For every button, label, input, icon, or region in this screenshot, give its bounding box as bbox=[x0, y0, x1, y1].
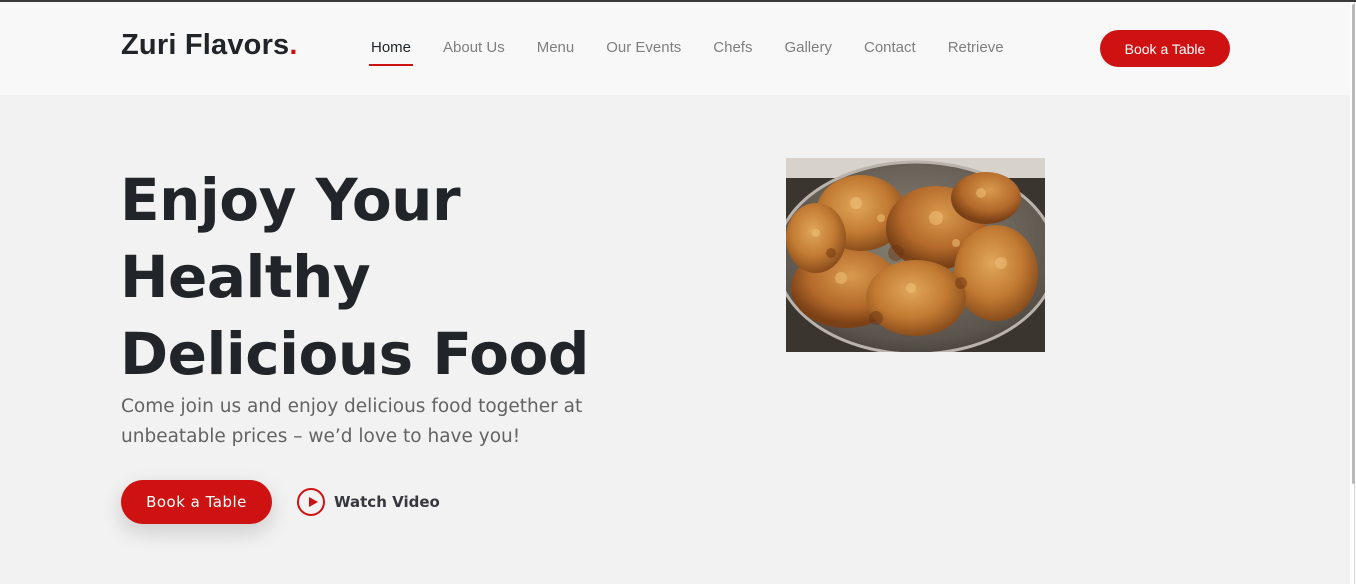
hero-subtitle: Come join us and enjoy delicious food to… bbox=[121, 396, 583, 447]
fried-chicken-illustration bbox=[786, 158, 1045, 352]
nav-item-chefs[interactable]: Chefs bbox=[697, 38, 768, 66]
site-header: Zuri Flavors. Home About Us Menu Our Eve… bbox=[0, 2, 1350, 95]
nav-item-contact[interactable]: Contact bbox=[848, 38, 932, 66]
watch-video-link[interactable]: Watch Video bbox=[297, 486, 440, 518]
fried-chicken-image bbox=[786, 158, 1045, 352]
header-book-table-button[interactable]: Book a Table bbox=[1100, 30, 1230, 67]
nav-item-gallery[interactable]: Gallery bbox=[768, 38, 848, 66]
hero-book-table-button[interactable]: Book a Table bbox=[121, 480, 272, 524]
play-circle-icon bbox=[297, 488, 325, 516]
hero-title: Enjoy Your Healthy Delicious Food bbox=[120, 162, 640, 393]
nav-item-our-events[interactable]: Our Events bbox=[590, 38, 697, 66]
brand-dot: . bbox=[289, 29, 298, 61]
nav-item-home[interactable]: Home bbox=[355, 38, 427, 66]
nav-item-about-us[interactable]: About Us bbox=[427, 38, 521, 66]
hero-title-line-2: Healthy bbox=[120, 243, 371, 311]
brand-name: Zuri Flavors bbox=[121, 29, 290, 61]
brand-logo[interactable]: Zuri Flavors. bbox=[121, 29, 298, 62]
scrollbar-thumb[interactable] bbox=[1352, 4, 1355, 484]
nav-item-retrieve[interactable]: Retrieve bbox=[932, 38, 1020, 66]
nav-item-menu[interactable]: Menu bbox=[521, 38, 591, 66]
hero-title-line-3: Delicious Food bbox=[120, 320, 589, 388]
watch-video-label: Watch Video bbox=[334, 493, 440, 511]
hero-title-line-1: Enjoy Your bbox=[120, 166, 461, 234]
main-nav: Home About Us Menu Our Events Chefs Gall… bbox=[355, 38, 1020, 66]
